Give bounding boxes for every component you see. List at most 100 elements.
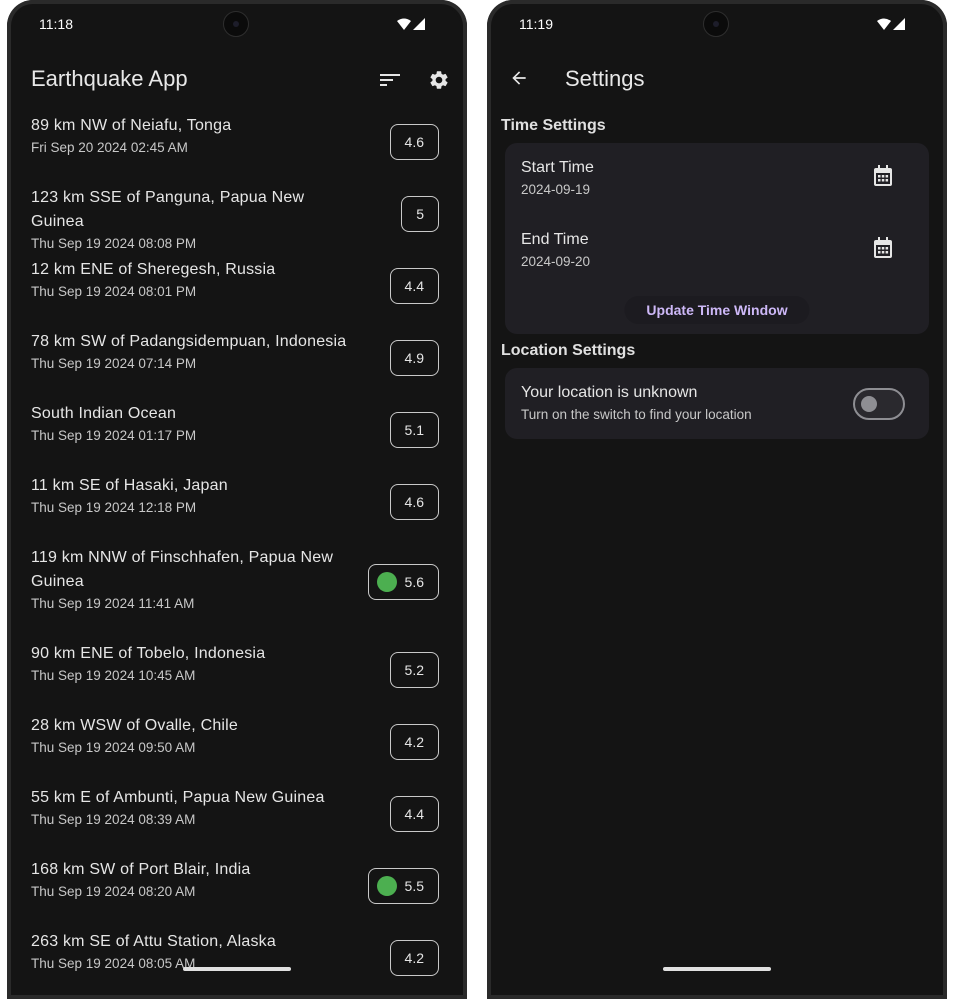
update-time-window-button[interactable]: Update Time Window xyxy=(624,296,810,324)
magnitude-value: 4.4 xyxy=(404,806,424,822)
end-time-label: End Time xyxy=(521,231,589,248)
earthquake-time: Thu Sep 19 2024 07:14 PM xyxy=(31,356,197,371)
back-arrow-icon xyxy=(512,71,526,85)
start-time-row[interactable]: Start Time 2024-09-19 xyxy=(521,157,913,201)
switch-knob xyxy=(861,396,877,412)
start-time-label: Start Time xyxy=(521,159,594,176)
signal-icon xyxy=(893,18,905,30)
earthquake-time: Thu Sep 19 2024 08:08 PM xyxy=(31,236,197,251)
magnitude-badge: 4.2 xyxy=(389,724,439,760)
alert-dot-icon xyxy=(376,572,397,592)
earthquake-time: Thu Sep 19 2024 08:01 PM xyxy=(31,284,197,299)
calendar-icon[interactable] xyxy=(873,165,893,192)
time-settings-card: Start Time 2024-09-19 End Time 2024-09-2… xyxy=(505,143,929,334)
earthquake-list-screen: 11:18 Earthquake App 89 km NW of Neiafu,… xyxy=(13,6,461,979)
magnitude-badge: 4.2 xyxy=(389,940,439,976)
earthquake-place: South Indian Ocean xyxy=(31,405,177,422)
magnitude-value: 4.4 xyxy=(404,278,424,294)
settings-button[interactable] xyxy=(425,66,453,94)
earthquake-place: 78 km SW of Padangsidempuan, Indonesia xyxy=(31,333,347,350)
earthquake-place: 12 km ENE of Sheregesh, Russia xyxy=(31,261,276,278)
earthquake-list-item[interactable]: 55 km E of Ambunti, Papua New Guinea Thu … xyxy=(13,786,461,858)
front-camera xyxy=(223,11,249,37)
back-button[interactable] xyxy=(509,68,529,93)
location-settings-card: Your location is unknown Turn on the swi… xyxy=(505,368,929,439)
magnitude-badge: 5.5 xyxy=(367,868,439,904)
status-bar: 11:19 xyxy=(493,6,941,42)
earthquake-list-item[interactable]: 28 km WSW of Ovalle, Chile Thu Sep 19 202… xyxy=(13,714,461,786)
wifi-icon xyxy=(877,18,891,30)
earthquake-list-item[interactable]: 119 km NNW of Finschhafen, Papua New Gui… xyxy=(13,546,461,642)
earthquake-time: Thu Sep 19 2024 01:17 PM xyxy=(31,428,197,443)
home-indicator xyxy=(183,967,291,971)
earthquake-time: Thu Sep 19 2024 12:18 PM xyxy=(31,500,197,515)
left-phone-frame: 11:18 Earthquake App 89 km NW of Neiafu,… xyxy=(7,0,467,999)
earthquake-list-item[interactable]: 90 km ENE of Tobelo, Indonesia Thu Sep 19… xyxy=(13,642,461,714)
signal-icon xyxy=(413,18,425,30)
status-time: 11:18 xyxy=(39,16,73,32)
earthquake-time: Thu Sep 19 2024 08:05 AM xyxy=(31,956,196,971)
earthquake-list-item[interactable]: 123 km SSE of Panguna, Papua New Guinea T… xyxy=(13,186,461,258)
end-time-row[interactable]: End Time 2024-09-20 xyxy=(521,229,913,273)
magnitude-badge: 4.6 xyxy=(389,484,439,520)
earthquake-time: Fri Sep 20 2024 02:45 AM xyxy=(31,140,188,155)
earthquake-place: 123 km SSE of Panguna, Papua New Guinea xyxy=(31,189,305,230)
magnitude-value: 5.5 xyxy=(404,878,424,894)
sort-icon xyxy=(380,74,400,86)
page-title: Earthquake App xyxy=(31,66,188,91)
settings-screen: 11:19 Settings Time Settings Start Time … xyxy=(493,6,941,979)
earthquake-place: 263 km SE of Attu Station, Alaska xyxy=(31,933,276,950)
status-time: 11:19 xyxy=(519,16,553,32)
magnitude-value: 4.9 xyxy=(404,350,424,366)
magnitude-badge: 5.6 xyxy=(367,564,439,600)
earthquake-place: 89 km NW of Neiafu, Tonga xyxy=(31,117,232,134)
magnitude-value: 5.6 xyxy=(404,574,424,590)
magnitude-badge: 5 xyxy=(401,196,439,232)
status-icons xyxy=(877,18,905,30)
wifi-icon xyxy=(397,18,411,30)
earthquake-list-item[interactable]: 78 km SW of Padangsidempuan, Indonesia Th… xyxy=(13,330,461,402)
alert-dot-icon xyxy=(376,876,397,896)
earthquake-time: Thu Sep 19 2024 08:39 AM xyxy=(31,812,196,827)
magnitude-value: 5 xyxy=(416,206,424,222)
time-settings-title: Time Settings xyxy=(501,117,606,134)
earthquake-list-item[interactable]: 11 km SE of Hasaki, Japan Thu Sep 19 2024… xyxy=(13,474,461,546)
magnitude-value: 5.2 xyxy=(404,662,424,678)
magnitude-badge: 5.2 xyxy=(389,652,439,688)
sort-button[interactable] xyxy=(376,66,404,94)
location-settings-title: Location Settings xyxy=(501,342,636,359)
front-camera xyxy=(703,11,729,37)
earthquake-list-item[interactable]: 89 km NW of Neiafu, Tonga Fri Sep 20 2024… xyxy=(13,114,461,186)
end-time-value: 2024-09-20 xyxy=(521,254,591,269)
earthquake-list-item[interactable]: 263 km SE of Attu Station, Alaska Thu Sep… xyxy=(13,930,461,979)
magnitude-badge: 4.4 xyxy=(389,268,439,304)
app-bar: Settings xyxy=(493,58,941,102)
magnitude-badge: 5.1 xyxy=(389,412,439,448)
earthquake-list: 89 km NW of Neiafu, Tonga Fri Sep 20 2024… xyxy=(13,114,461,979)
magnitude-value: 4.6 xyxy=(404,134,424,150)
magnitude-value: 4.2 xyxy=(404,950,424,966)
earthquake-list-item[interactable]: 12 km ENE of Sheregesh, Russia Thu Sep 19… xyxy=(13,258,461,330)
gear-icon xyxy=(430,71,448,89)
calendar-icon[interactable] xyxy=(873,237,893,264)
earthquake-time: Thu Sep 19 2024 09:50 AM xyxy=(31,740,196,755)
page-title: Settings xyxy=(565,66,645,91)
magnitude-value: 4.6 xyxy=(404,494,424,510)
magnitude-value: 5.1 xyxy=(404,422,424,438)
earthquake-place: 11 km SE of Hasaki, Japan xyxy=(31,477,228,494)
home-indicator xyxy=(663,967,771,971)
magnitude-badge: 4.4 xyxy=(389,796,439,832)
right-phone-frame: 11:19 Settings Time Settings Start Time … xyxy=(487,0,947,999)
earthquake-place: 55 km E of Ambunti, Papua New Guinea xyxy=(31,789,325,806)
location-switch[interactable] xyxy=(853,388,905,420)
earthquake-place: 90 km ENE of Tobelo, Indonesia xyxy=(31,645,266,662)
status-icons xyxy=(397,18,425,30)
earthquake-list-item[interactable]: 168 km SW of Port Blair, India Thu Sep 19… xyxy=(13,858,461,930)
magnitude-badge: 4.6 xyxy=(389,124,439,160)
earthquake-time: Thu Sep 19 2024 10:45 AM xyxy=(31,668,196,683)
status-bar: 11:18 xyxy=(13,6,461,42)
magnitude-value: 4.2 xyxy=(404,734,424,750)
earthquake-place: 28 km WSW of Ovalle, Chile xyxy=(31,717,239,734)
earthquake-list-item[interactable]: South Indian Ocean Thu Sep 19 2024 01:17 … xyxy=(13,402,461,474)
app-bar: Earthquake App xyxy=(13,58,461,102)
